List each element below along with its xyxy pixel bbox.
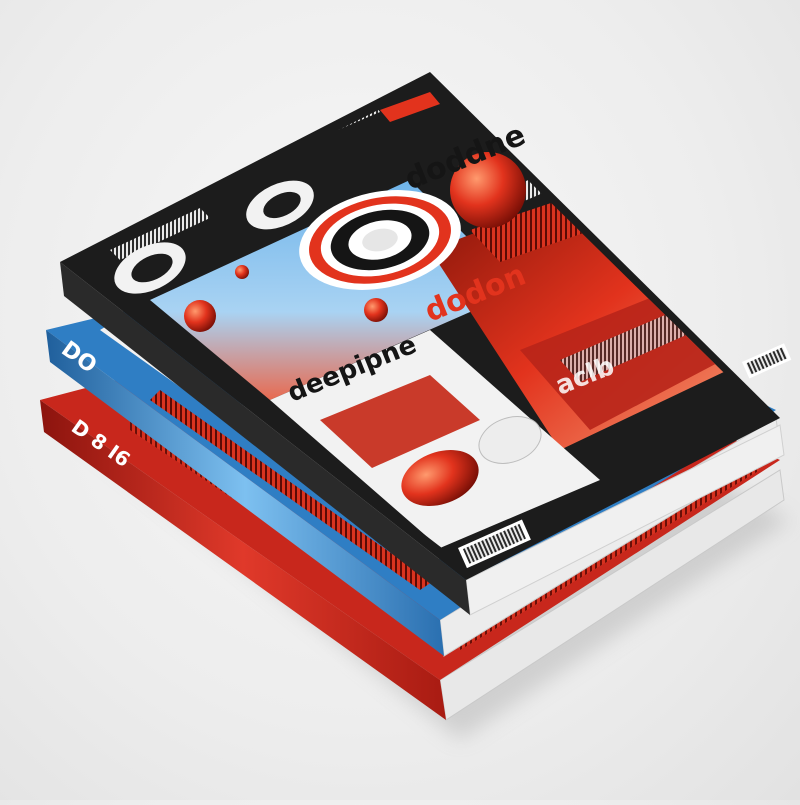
scene-svg: D 8 I6 DO doddne dodon deepipne aclb [40, 72, 792, 740]
cover-sphere-small-3 [235, 265, 249, 279]
magazine-stack-scene: D 8 I6 DO doddne dodon deepipne aclb [0, 0, 800, 800]
cover-sphere-small-1 [184, 300, 216, 332]
cover-sphere-small-2 [364, 298, 388, 322]
barcode-icon-secondary [742, 343, 792, 379]
